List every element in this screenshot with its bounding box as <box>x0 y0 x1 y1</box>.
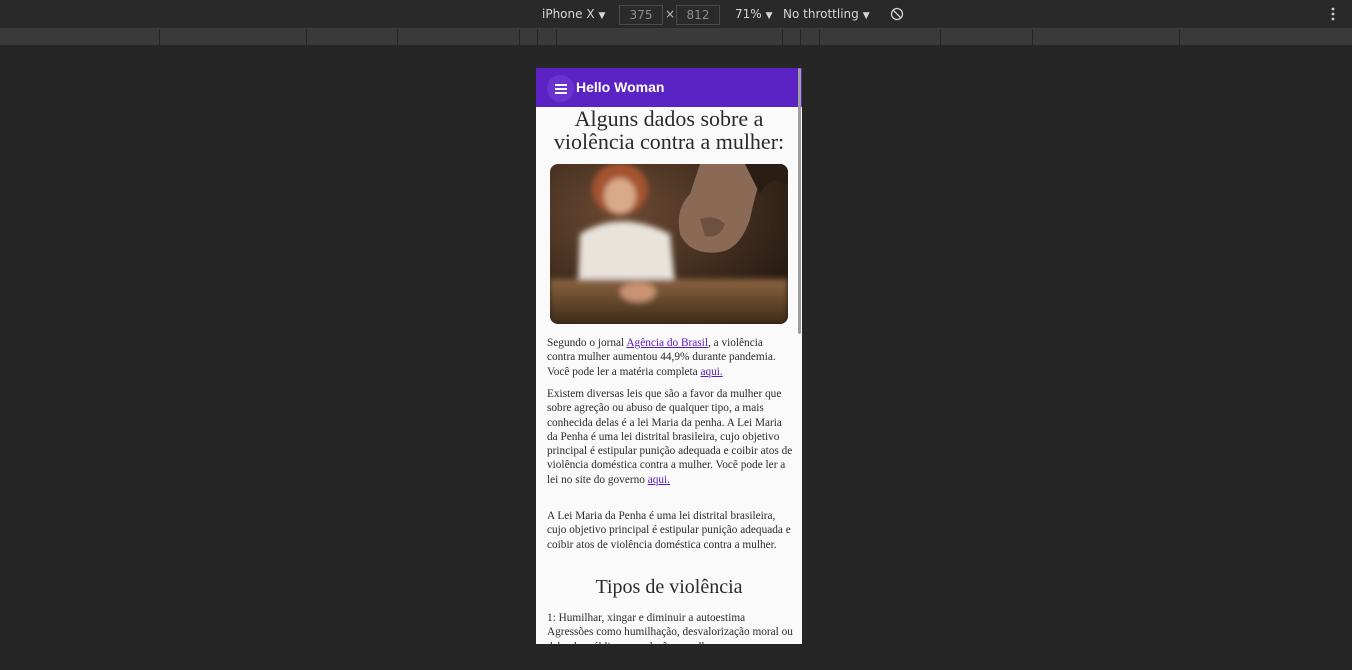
throttling-value: No throttling <box>783 7 859 21</box>
device-viewport: Hello Woman Alguns dados sobre a violênc… <box>536 68 802 644</box>
zoom-value: 71% <box>735 7 762 21</box>
media-query-ruler[interactable] <box>0 29 1352 45</box>
chevron-down-icon: ▼ <box>598 11 606 21</box>
hamburger-icon <box>555 84 567 86</box>
device-name: iPhone X <box>542 7 595 21</box>
list-item-text: Agressões como humilhação, desvalorizaçã… <box>547 626 793 644</box>
zoom-select[interactable]: 71% ▼ <box>735 0 773 28</box>
list-item: 1: Humilhar, xingar e diminuir a autoest… <box>547 611 793 644</box>
article-link[interactable]: aqui. <box>700 366 722 378</box>
devtools-device-toolbar: iPhone X ▼ 375 × 812 71% ▼ No throttling ▼ <box>0 0 1352 29</box>
chevron-down-icon: ▼ <box>765 11 773 21</box>
agencia-brasil-link[interactable]: Agência do Brasil <box>626 337 708 349</box>
app-title: Hello Woman <box>576 79 665 95</box>
width-input[interactable]: 375 <box>619 5 663 25</box>
chevron-down-icon: ▼ <box>862 11 870 21</box>
list-item-title: 1: Humilhar, xingar e diminuir a autoest… <box>547 612 746 624</box>
device-select[interactable]: iPhone X ▼ <box>542 0 605 28</box>
height-input[interactable]: 812 <box>676 5 720 25</box>
paragraph-maria-da-penha: A Lei Maria da Penha é uma lei distrital… <box>547 510 791 551</box>
rotate-icon[interactable] <box>890 7 904 21</box>
law-link[interactable]: aqui. <box>648 474 670 486</box>
paragraph-laws: Existem diversas leis que são a favor da… <box>547 388 793 486</box>
throttling-select[interactable]: No throttling ▼ <box>783 0 870 28</box>
more-options-icon[interactable] <box>1327 6 1339 22</box>
dimension-separator: × <box>665 7 676 21</box>
app-bar: Hello Woman <box>536 68 802 107</box>
page-heading: Alguns dados sobre a violência contra a … <box>553 106 785 154</box>
paragraph-statistics: Segundo o jornal Agência do Brasil, a vi… <box>547 337 776 378</box>
hero-image <box>550 164 788 324</box>
section-heading: Tipos de violência <box>595 576 743 598</box>
menu-button[interactable] <box>547 75 574 102</box>
